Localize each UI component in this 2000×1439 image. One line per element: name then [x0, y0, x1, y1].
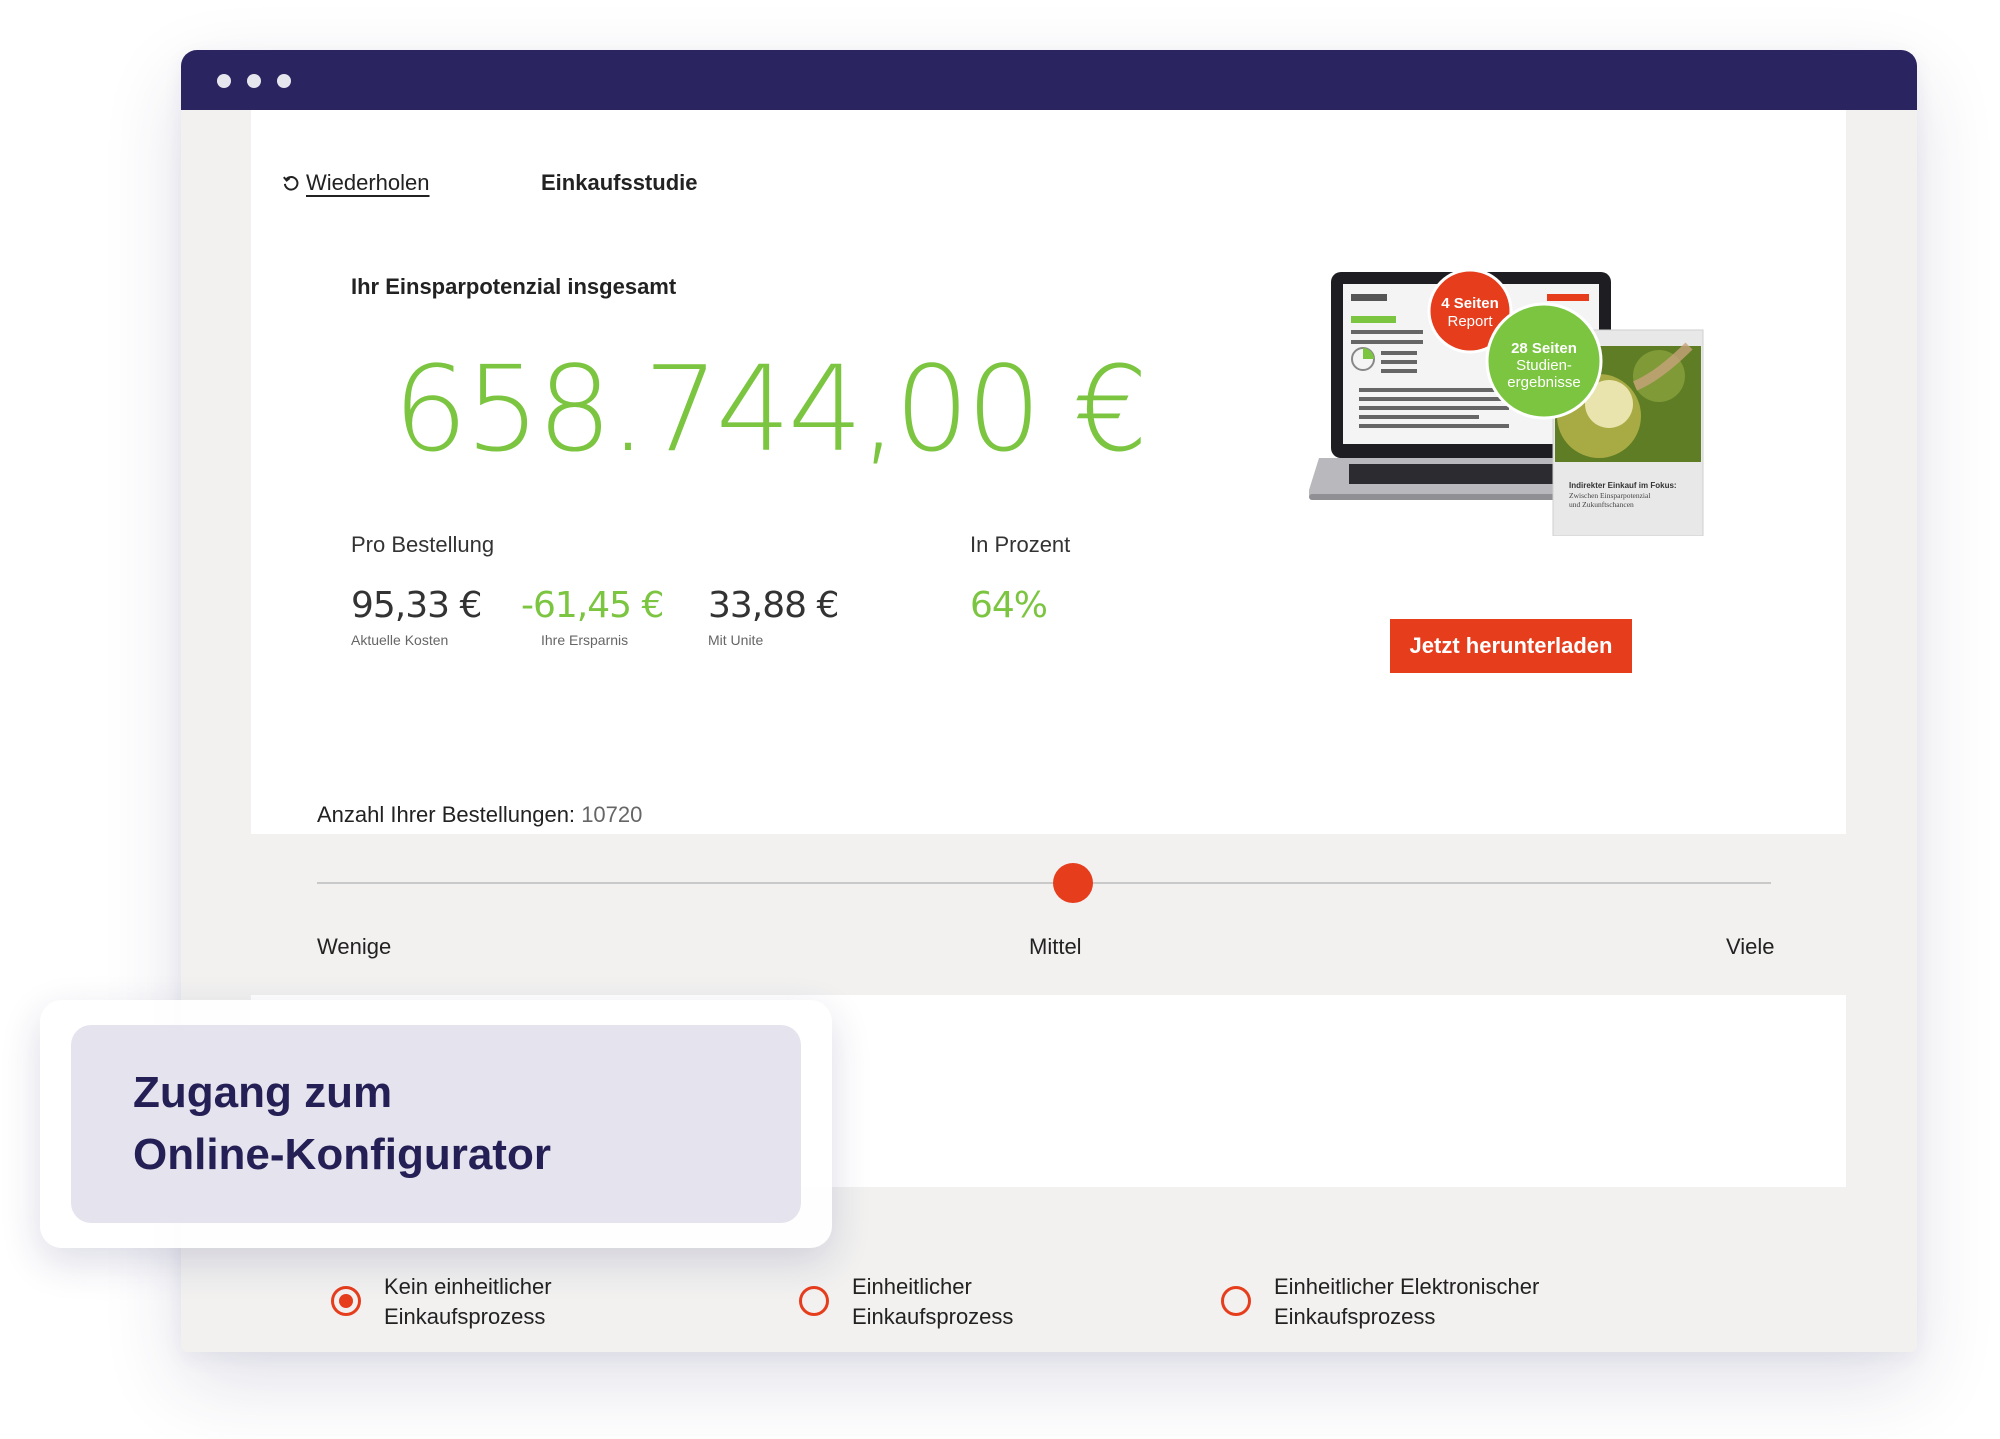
radio-label-line1: Kein einheitlicher — [384, 1274, 552, 1299]
cover-text-line3: und Zukunftschancen — [1569, 500, 1634, 509]
stat-caption: Aktuelle Kosten — [351, 632, 449, 648]
report-promo-image[interactable]: Indirekter Einkauf im Fokus: Zwischen Ei… — [1308, 266, 1729, 537]
scale-low-label: Wenige — [317, 934, 392, 959]
window-dot-3[interactable] — [277, 74, 291, 88]
radio-label-line1: Einheitlicher — [852, 1274, 972, 1299]
stat-with-unite: 33,88 € Mit Unite — [708, 585, 839, 648]
radio-label-line2: Einkaufsprozess — [384, 1304, 546, 1329]
page-title: Einkaufsstudie — [541, 170, 698, 195]
window-dot-1[interactable] — [217, 74, 231, 88]
orders-count-value: 10720 — [581, 802, 643, 827]
refresh-icon — [283, 176, 299, 191]
per-order-label: Pro Bestellung — [351, 532, 495, 557]
red-badge-line1: 4 Seiten — [1441, 295, 1499, 312]
window-dot-2[interactable] — [247, 74, 261, 88]
cover-text-line2: Zwischen Einsparpotenzial — [1569, 491, 1650, 500]
laptop-report-illustration: Indirekter Einkauf im Fokus: Zwischen Ei… — [1308, 268, 1704, 537]
green-badge-line3: ergebnisse — [1507, 374, 1580, 391]
configurator-callout: Zugang zum Online-Konfigurator — [40, 1000, 832, 1248]
scale-high-label: Viele — [1726, 934, 1775, 959]
total-savings-value: 658.744,00 € — [393, 340, 1148, 478]
radio-label-line2: Einkaufsprozess — [852, 1304, 1014, 1329]
callout-title: Zugang zum Online-Konfigurator — [133, 1062, 773, 1186]
radio-label-line1: Einheitlicher Elektronischer — [1274, 1274, 1540, 1299]
red-badge-line2: Report — [1447, 313, 1493, 330]
percent-label: In Prozent — [970, 532, 1071, 557]
radio-button[interactable] — [799, 1286, 829, 1316]
green-badge-line2: Studien- — [1516, 357, 1572, 374]
scale-mid-label: Mittel — [1029, 934, 1082, 959]
radio-button[interactable] — [1221, 1286, 1251, 1316]
orders-slider-track[interactable] — [317, 882, 1771, 884]
orders-label-text: Anzahl Ihrer Bestellungen: — [317, 802, 576, 827]
stat-value: 95,33 € — [351, 585, 482, 626]
stat-value: 33,88 € — [708, 585, 839, 626]
orders-slider-thumb[interactable] — [1053, 863, 1094, 903]
radio-button-checked[interactable] — [331, 1286, 361, 1316]
green-badge-line1: 28 Seiten — [1511, 340, 1577, 357]
stat-current-cost: 95,33 € Aktuelle Kosten — [351, 585, 482, 648]
percent-value: 64% — [970, 585, 1048, 626]
retry-label: Wiederholen — [306, 170, 430, 195]
window-titlebar — [181, 50, 1917, 110]
cover-text-line1: Indirekter Einkauf im Fokus: — [1569, 481, 1677, 490]
stat-value: -61,45 € — [521, 585, 664, 626]
stat-caption: Ihre Ersparnis — [541, 632, 629, 648]
callout-title-line2: Online-Konfigurator — [133, 1130, 551, 1179]
stat-savings: -61,45 € Ihre Ersparnis — [521, 585, 664, 648]
callout-title-line1: Zugang zum — [133, 1068, 393, 1117]
radio-label-line2: Einkaufsprozess — [1274, 1304, 1436, 1329]
total-savings-label: Ihr Einsparpotenzial insgesamt — [351, 274, 677, 299]
retry-link[interactable]: Wiederholen — [282, 170, 430, 196]
stat-caption: Mit Unite — [708, 632, 764, 648]
download-button[interactable]: Jetzt herunterladen — [1390, 619, 1632, 673]
orders-count-label: Anzahl Ihrer Bestellungen: 10720 — [317, 802, 642, 828]
